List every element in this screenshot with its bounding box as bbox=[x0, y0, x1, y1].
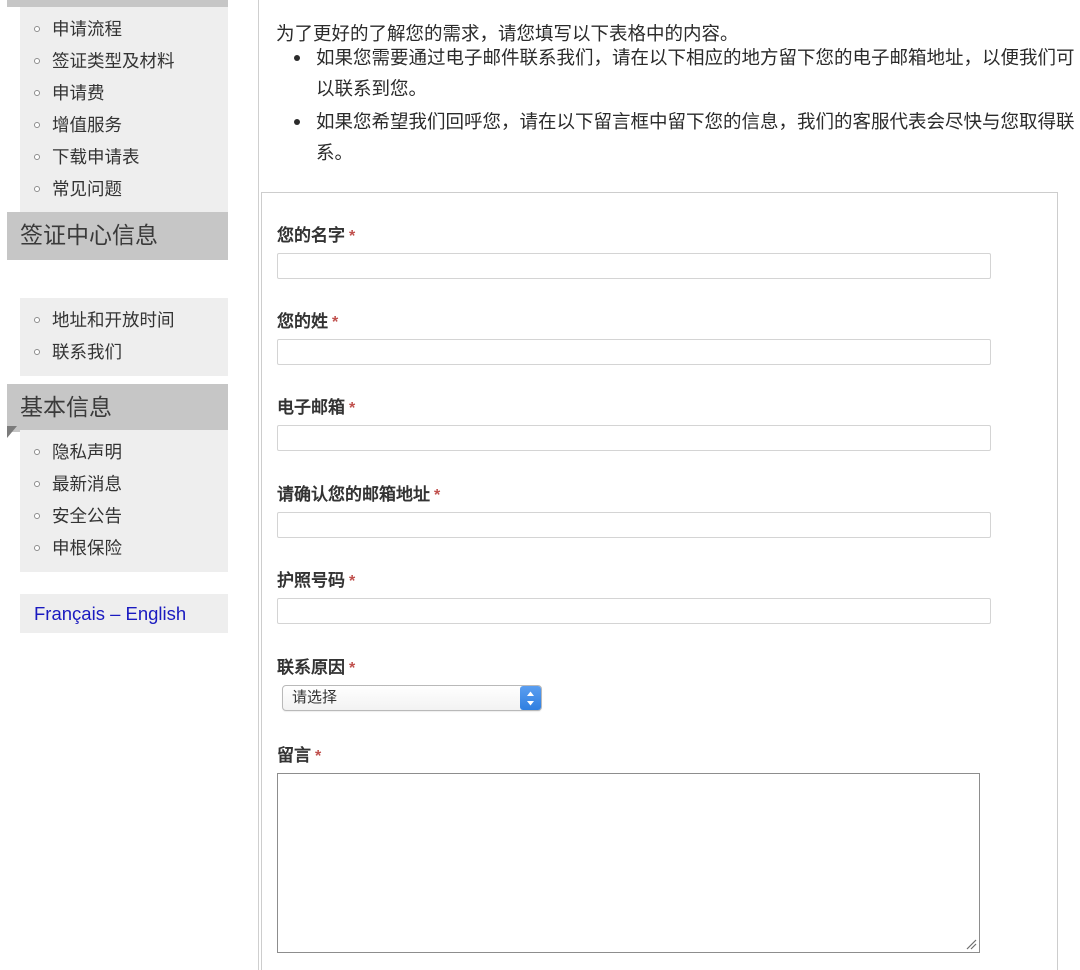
sidebar-item-schengen-insurance[interactable]: 申根保险 bbox=[20, 532, 228, 564]
intro-bullet-list: 如果您需要通过电子邮件联系我们，请在以下相应的地方留下您的电子邮箱地址，以便我们… bbox=[276, 42, 1076, 170]
required-marker: * bbox=[349, 400, 356, 417]
sidebar-link-label[interactable]: 隐私声明 bbox=[52, 442, 122, 462]
field-contact-reason: 联系原因 * 请选择 bbox=[277, 653, 542, 716]
bullet-icon bbox=[34, 26, 40, 32]
field-label: 联系原因 * bbox=[277, 653, 542, 678]
sidebar-header-visa-center-info[interactable]: 签证中心信息 bbox=[7, 212, 228, 260]
bullet-icon bbox=[34, 90, 40, 96]
required-marker: * bbox=[434, 487, 441, 504]
bullet-icon bbox=[34, 481, 40, 487]
bullet-icon bbox=[34, 58, 40, 64]
sidebar-list-basic-info: 隐私声明 最新消息 安全公告 申根保险 bbox=[20, 430, 228, 572]
sidebar-link-label[interactable]: 联系我们 bbox=[52, 342, 122, 362]
field-label-text: 您的姓 bbox=[277, 312, 328, 331]
first-name-input[interactable] bbox=[277, 253, 991, 279]
field-label-text: 护照号码 bbox=[277, 571, 345, 590]
sidebar-item-contact-us[interactable]: 联系我们 bbox=[20, 336, 228, 368]
required-marker: * bbox=[349, 573, 356, 590]
sidebar-list-visa-center-info: 地址和开放时间 联系我们 bbox=[20, 298, 228, 376]
select-stepper-arrows-icon[interactable] bbox=[520, 686, 541, 710]
sidebar-link-label[interactable]: 常见问题 bbox=[52, 179, 122, 199]
contact-reason-selected-value[interactable]: 请选择 bbox=[282, 685, 542, 711]
contact-form: 您的名字 * 您的姓 * 电子邮箱 * 请确认您的邮箱地址 * 护照号码 * 联… bbox=[261, 192, 1058, 970]
required-marker: * bbox=[349, 228, 356, 245]
bullet-icon bbox=[34, 122, 40, 128]
sidebar-group-basic-info: 隐私声明 最新消息 安全公告 申根保险 bbox=[20, 430, 228, 572]
required-marker: * bbox=[315, 748, 322, 765]
sidebar: 申请流程 签证类型及材料 申请费 增值服务 下载申请表 常见问题 签证中心信息 … bbox=[0, 0, 258, 970]
sidebar-link-label[interactable]: 增值服务 bbox=[52, 115, 122, 135]
last-name-input[interactable] bbox=[277, 339, 991, 365]
bullet-icon bbox=[34, 545, 40, 551]
bullet-icon bbox=[34, 513, 40, 519]
sidebar-group-visa-center-info: 地址和开放时间 联系我们 bbox=[20, 298, 228, 376]
bullet-icon bbox=[34, 449, 40, 455]
sidebar-item-security-notice[interactable]: 安全公告 bbox=[20, 500, 228, 532]
field-label-text: 电子邮箱 bbox=[277, 398, 345, 417]
field-label-text: 您的名字 bbox=[277, 226, 345, 245]
sidebar-item-value-added-services[interactable]: 增值服务 bbox=[20, 109, 228, 141]
field-label-text: 请确认您的邮箱地址 bbox=[277, 485, 430, 504]
field-label: 留言 * bbox=[277, 741, 980, 766]
field-label: 请确认您的邮箱地址 * bbox=[277, 480, 991, 505]
sidebar-item-faq[interactable]: 常见问题 bbox=[20, 173, 228, 205]
email-confirm-input[interactable] bbox=[277, 512, 991, 538]
message-textarea-wrapper bbox=[277, 773, 980, 953]
bullet-icon bbox=[34, 154, 40, 160]
sidebar-item-visa-types[interactable]: 签证类型及材料 bbox=[20, 45, 228, 77]
main-content: 为了更好的了解您的需求，请您填写以下表格中的内容。 如果您需要通过电子邮件联系我… bbox=[259, 0, 1080, 970]
sidebar-item-privacy-statement[interactable]: 隐私声明 bbox=[20, 436, 228, 468]
sidebar-link-label[interactable]: 申根保险 bbox=[52, 538, 122, 558]
email-input[interactable] bbox=[277, 425, 991, 451]
sidebar-header-basic-info[interactable]: 基本信息 bbox=[7, 384, 228, 432]
sidebar-top-bar bbox=[7, 0, 228, 7]
page-root: 申请流程 签证类型及材料 申请费 增值服务 下载申请表 常见问题 签证中心信息 … bbox=[0, 0, 1080, 970]
bullet-icon bbox=[34, 349, 40, 355]
sidebar-item-application-process[interactable]: 申请流程 bbox=[20, 13, 228, 45]
language-switcher-link[interactable]: Français – English bbox=[34, 603, 186, 625]
sidebar-link-label[interactable]: 申请费 bbox=[52, 83, 105, 103]
sidebar-link-label[interactable]: 申请流程 bbox=[52, 19, 122, 39]
sidebar-item-address-hours[interactable]: 地址和开放时间 bbox=[20, 304, 228, 336]
required-marker: * bbox=[332, 314, 339, 331]
language-switcher[interactable]: Français – English bbox=[20, 594, 228, 633]
message-textarea[interactable] bbox=[277, 773, 980, 953]
sidebar-header-label: 基本信息 bbox=[20, 394, 112, 420]
field-label-text: 留言 bbox=[277, 746, 311, 765]
field-email: 电子邮箱 * bbox=[277, 393, 991, 451]
field-last-name: 您的姓 * bbox=[277, 307, 991, 365]
sidebar-list-application: 申请流程 签证类型及材料 申请费 增值服务 下载申请表 常见问题 bbox=[20, 7, 228, 213]
field-passport-number: 护照号码 * bbox=[277, 566, 991, 624]
sidebar-header-label: 签证中心信息 bbox=[20, 222, 158, 248]
sidebar-group-application: 申请流程 签证类型及材料 申请费 增值服务 下载申请表 常见问题 bbox=[20, 7, 228, 213]
intro-bullet-email: 如果您需要通过电子邮件联系我们，请在以下相应的地方留下您的电子邮箱地址，以便我们… bbox=[294, 42, 1076, 104]
sidebar-link-label[interactable]: 下载申请表 bbox=[52, 147, 140, 167]
field-message: 留言 * bbox=[277, 741, 980, 958]
sidebar-item-application-fee[interactable]: 申请费 bbox=[20, 77, 228, 109]
sidebar-active-notch-icon bbox=[7, 426, 17, 438]
field-email-confirm: 请确认您的邮箱地址 * bbox=[277, 480, 991, 538]
field-label: 护照号码 * bbox=[277, 566, 991, 591]
contact-reason-select[interactable]: 请选择 bbox=[282, 685, 542, 711]
passport-number-input[interactable] bbox=[277, 598, 991, 624]
intro-bullet-callback: 如果您希望我们回呼您，请在以下留言框中留下您的信息，我们的客服代表会尽快与您取得… bbox=[294, 106, 1076, 168]
field-label-text: 联系原因 bbox=[277, 658, 345, 677]
sidebar-item-download-forms[interactable]: 下载申请表 bbox=[20, 141, 228, 173]
sidebar-link-label[interactable]: 最新消息 bbox=[52, 474, 122, 494]
sidebar-link-label[interactable]: 地址和开放时间 bbox=[52, 310, 175, 330]
sidebar-item-latest-news[interactable]: 最新消息 bbox=[20, 468, 228, 500]
sidebar-link-label[interactable]: 安全公告 bbox=[52, 506, 122, 526]
field-label: 电子邮箱 * bbox=[277, 393, 991, 418]
sidebar-link-label[interactable]: 签证类型及材料 bbox=[52, 51, 175, 71]
field-label: 您的名字 * bbox=[277, 221, 991, 246]
field-label: 您的姓 * bbox=[277, 307, 991, 332]
bullet-icon bbox=[34, 317, 40, 323]
bullet-icon bbox=[34, 186, 40, 192]
field-first-name: 您的名字 * bbox=[277, 221, 991, 279]
required-marker: * bbox=[349, 660, 356, 677]
